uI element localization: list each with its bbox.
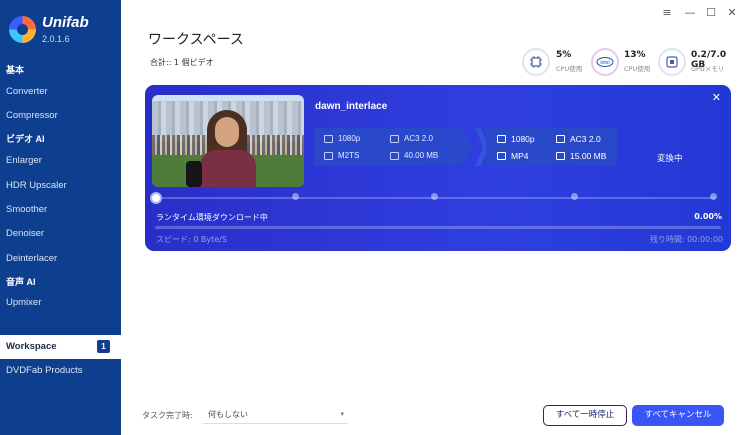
source-audio: AC3 2.0 (404, 134, 433, 143)
completion-action-select[interactable]: 何もしない ▾ (203, 405, 348, 424)
sidebar-item-enlarger[interactable]: Enlarger (0, 151, 121, 171)
target-resolution: 1080p (511, 134, 535, 144)
cpu-usage-value: 5% (556, 50, 572, 60)
target-audio: AC3 2.0 (570, 134, 601, 144)
svg-text:intel: intel (600, 60, 609, 66)
target-size: 15.00 MB (570, 151, 607, 161)
sidebar-section-video-ai: ビデオ AI (6, 134, 45, 144)
timeline-marker (431, 193, 438, 200)
video-count: 合計:: 1 個ビデオ (150, 58, 214, 67)
task-filename: dawn_interlace (315, 101, 388, 112)
cpu-usage-label-2: CPU使用 (624, 65, 651, 73)
remove-task-icon[interactable]: ✕ (712, 91, 721, 104)
page-title: ワークスペース (148, 32, 244, 48)
sidebar-item-converter[interactable]: Converter (0, 82, 121, 102)
cpu-usage-value-2: 13% (624, 50, 646, 60)
folder-icon (390, 151, 399, 160)
gpu-memory-label: GPUメモリ (691, 65, 725, 73)
chevron-down-icon: ▾ (340, 410, 344, 418)
cpu-icon (522, 48, 550, 76)
target-container: MP4 (511, 151, 529, 161)
sidebar-item-upmixer[interactable]: Upmixer (0, 293, 121, 313)
video-thumbnail[interactable] (152, 95, 304, 187)
sidebar-item-workspace[interactable]: Workspace 1 (0, 335, 121, 359)
task-card: dawn_interlace ✕ 1080p AC3 2.0 M2TS 40.0… (145, 85, 731, 251)
source-resolution: 1080p (338, 134, 361, 143)
timeline-start-handle[interactable] (150, 192, 162, 204)
monitor-icon (324, 134, 333, 143)
intel-icon: intel (591, 48, 619, 76)
sidebar-item-label: Workspace (6, 341, 57, 352)
workspace-count-badge: 1 (97, 340, 110, 353)
sidebar-item-hdr-upscaler[interactable]: HDR Upscaler (0, 176, 121, 196)
task-status: 変換中 (657, 154, 683, 164)
maximize-icon[interactable]: ☐ (704, 6, 718, 19)
timeline-marker (292, 193, 299, 200)
completion-action-value: 何もしない (208, 410, 248, 419)
menu-icon[interactable]: ≡ (660, 6, 674, 19)
sidebar-item-smoother[interactable]: Smoother (0, 200, 121, 220)
cpu-usage-label: CPU使用 (556, 65, 583, 73)
speed-text: スピード: 0 Byte/S (156, 235, 227, 244)
source-container: M2TS (338, 151, 360, 160)
app-name: Unifab (42, 14, 89, 31)
sidebar-item-denoiser[interactable]: Denoiser (0, 224, 121, 244)
audio-icon (556, 135, 565, 143)
cancel-all-button[interactable]: すべてキャンセル (632, 405, 724, 426)
timeline-marker (710, 193, 717, 200)
sidebar-item-deinterlacer[interactable]: Deinterlacer (0, 249, 121, 269)
app-version: 2.0.1.6 (42, 34, 70, 44)
sidebar-section-basic: 基本 (6, 65, 25, 75)
progress-percent: 0.00% (694, 212, 722, 221)
remaining-time: 残り時間: 00:00:00 (649, 235, 723, 244)
video-format-icon (497, 152, 506, 160)
folder-icon (556, 152, 565, 160)
minimize-icon[interactable]: — (683, 6, 697, 19)
completion-action-label: タスク完了時: (142, 411, 193, 420)
sidebar: Unifab 2.0.1.6 基本 Converter Compressor ビ… (0, 0, 121, 435)
progress-bar (155, 226, 721, 229)
monitor-icon (497, 135, 506, 143)
sidebar-section-audio-ai: 音声 AI (6, 277, 36, 287)
timeline-marker (571, 193, 578, 200)
video-format-icon (324, 151, 333, 160)
gpu-memory-icon (658, 48, 686, 76)
progress-label: ランタイム環境ダウンロード中 (156, 213, 268, 222)
audio-icon (390, 134, 399, 143)
close-window-icon[interactable]: ✕ (725, 6, 739, 19)
source-size: 40.00 MB (404, 151, 439, 160)
sidebar-item-dvdfab-products[interactable]: DVDFab Products (0, 361, 121, 381)
unifab-logo-icon (9, 16, 36, 43)
pause-all-button[interactable]: すべて一時停止 (543, 405, 627, 426)
sidebar-item-compressor[interactable]: Compressor (0, 106, 121, 126)
